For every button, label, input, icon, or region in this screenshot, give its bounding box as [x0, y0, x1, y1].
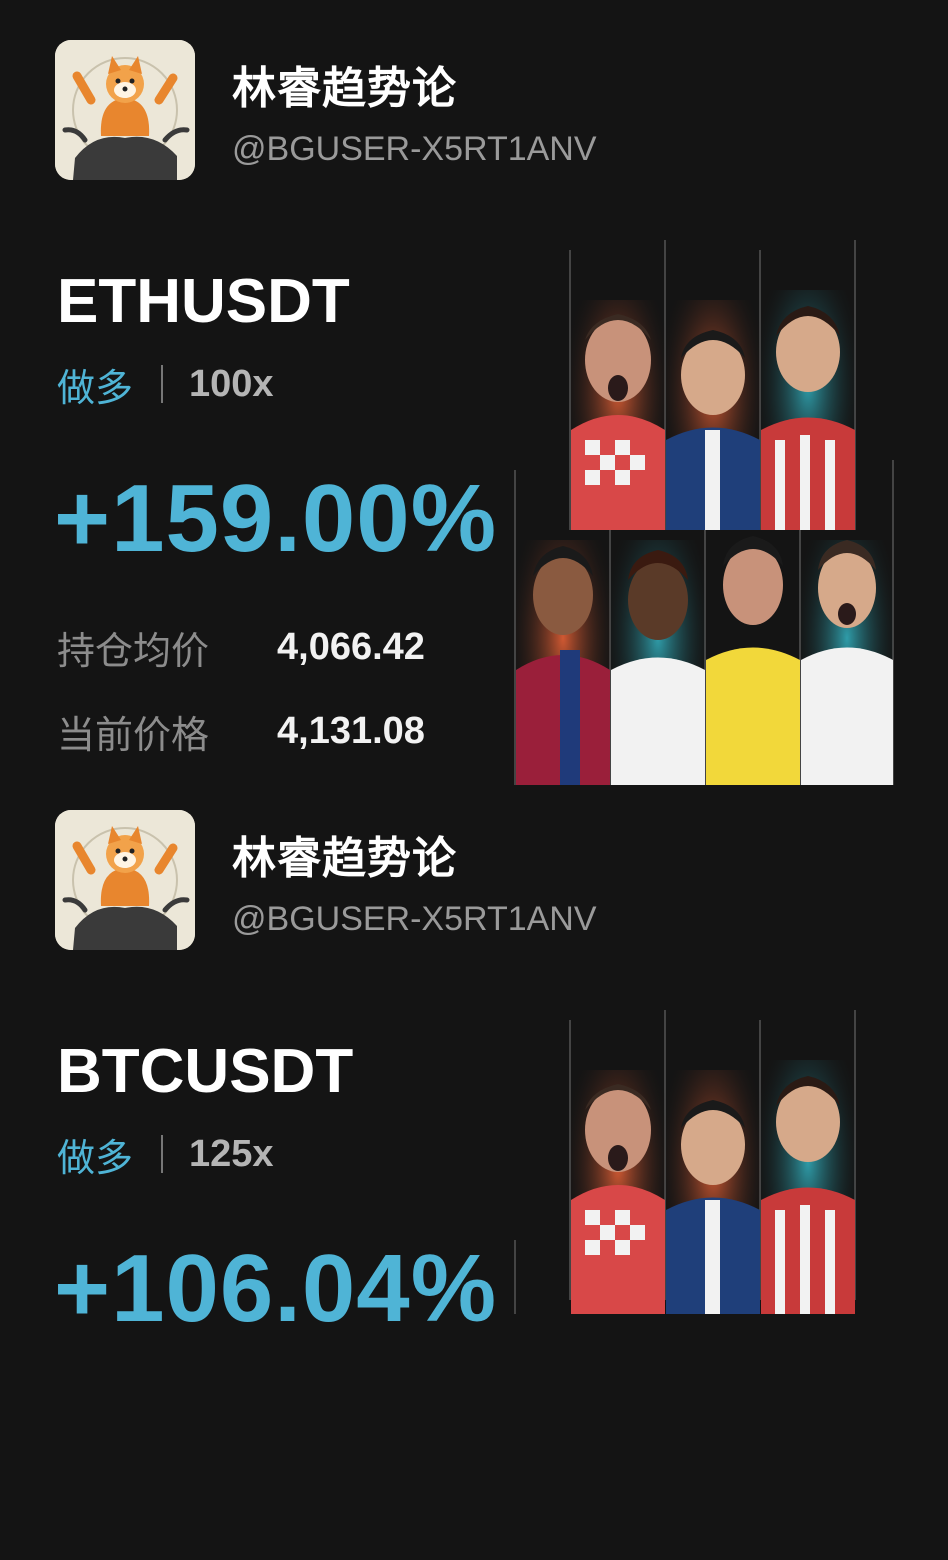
current-price-row: 当前价格 4,131.08	[57, 706, 425, 757]
leverage: 125x	[189, 1132, 274, 1175]
user-handle: @BGUSER-X5RT1ANV	[232, 900, 597, 938]
football-players-banner	[505, 1010, 905, 1560]
shiba-riding-bull-icon	[55, 40, 195, 180]
user-name[interactable]: 林睿趋势论	[232, 822, 457, 886]
avg-price-row: 持仓均价 4,066.42	[57, 622, 425, 673]
position-direction: 做多	[57, 1135, 134, 1180]
current-price-label: 当前价格	[57, 712, 210, 757]
players-image	[514, 1010, 856, 1314]
trading-pair: ETHUSDT	[57, 267, 350, 336]
user-name[interactable]: 林睿趋势论	[232, 52, 457, 116]
avatar[interactable]	[55, 810, 195, 950]
position-meta: 做多 100x	[57, 358, 274, 410]
divider	[161, 365, 164, 403]
avatar[interactable]	[55, 40, 195, 180]
user-handle: @BGUSER-X5RT1ANV	[232, 130, 597, 168]
trading-pair: BTCUSDT	[57, 1037, 354, 1106]
football-players-banner	[505, 240, 905, 790]
leverage: 100x	[189, 362, 274, 405]
players-image	[514, 240, 894, 785]
avg-price-label: 持仓均价	[57, 628, 210, 673]
pnl-percentage: +106.04%	[54, 1235, 498, 1342]
current-price-value: 4,131.08	[277, 709, 425, 752]
position-card: 林睿趋势论 @BGUSER-X5RT1ANV BTCUSDT 做多 125x +…	[0, 770, 948, 1540]
position-meta: 做多 125x	[57, 1128, 274, 1180]
shiba-riding-bull-icon	[55, 810, 195, 950]
avg-price-value: 4,066.42	[277, 625, 425, 668]
position-card: 林睿趋势论 @BGUSER-X5RT1ANV ETHUSDT 做多 100x +…	[0, 0, 948, 785]
divider	[161, 1135, 164, 1173]
pnl-percentage: +159.00%	[54, 465, 498, 572]
position-direction: 做多	[57, 365, 134, 410]
